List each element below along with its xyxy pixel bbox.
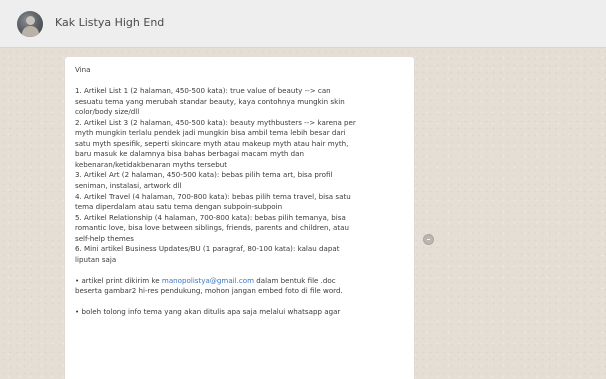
message-line: tema diperdalam atau satu tema dengan su…: [75, 202, 283, 212]
message-line: sesuatu tema yang merubah standar beauty…: [75, 96, 345, 106]
message-line: 5. Artikel Relationship (4 halaman, 700-…: [75, 212, 346, 222]
note-suffix: dalam bentuk file .doc: [254, 275, 336, 285]
smiley-icon[interactable]: [423, 234, 434, 245]
message-line: kebenaran/ketidakbenaran myths tersebut: [75, 159, 227, 169]
message-line: 3. Artikel Art (2 halaman, 450-500 kata)…: [75, 170, 333, 180]
contact-avatar[interactable]: [17, 11, 43, 37]
message-line: satu myth spesifik, seperti skincare myt…: [75, 138, 349, 148]
message-line: 4. Artikel Travel (4 halaman, 700-800 ka…: [75, 191, 351, 201]
message-note-email: • artikel print dikirim ke manopolistya@…: [75, 276, 407, 287]
message-text: Vina 1. Artikel List 1 (2 halaman, 450-5…: [75, 65, 407, 318]
message-bubble[interactable]: Vina 1. Artikel List 1 (2 halaman, 450-5…: [65, 57, 414, 379]
message-greeting: Vina: [75, 65, 91, 74]
chat-header: Kak Listya High End: [0, 0, 606, 48]
avatar-body-shape: [22, 26, 39, 37]
message-line: • boleh tolong info tema yang akan ditul…: [75, 307, 341, 317]
message-line: myth mungkin terlalu pendek jadi mungkin…: [75, 128, 346, 138]
message-line: liputan saja: [75, 254, 117, 264]
message-line: baru masuk ke dalamnya bisa bahas berbag…: [75, 149, 304, 159]
message-line: romantic love, bisa love between sibling…: [75, 223, 349, 233]
avatar-head-shape: [26, 16, 35, 25]
email-link[interactable]: manopolistya@gmail.com: [162, 276, 254, 285]
contact-name[interactable]: Kak Listya High End: [55, 16, 164, 29]
message-line: 2. Artikel List 3 (2 halaman, 450-500 ka…: [75, 117, 356, 127]
message-line: 6. Mini artikel Business Updates/BU (1 p…: [75, 244, 340, 254]
message-line: beserta gambar2 hi-res pendukung, mohon …: [75, 286, 343, 296]
message-line: seniman, instalasi, artwork dll: [75, 180, 182, 190]
message-line: self-help themes: [75, 233, 134, 243]
message-line: color/body size/dll: [75, 107, 140, 117]
note-prefix: • artikel print dikirim ke: [75, 275, 162, 285]
message-line: 1. Artikel List 1 (2 halaman, 450-500 ka…: [75, 86, 331, 96]
